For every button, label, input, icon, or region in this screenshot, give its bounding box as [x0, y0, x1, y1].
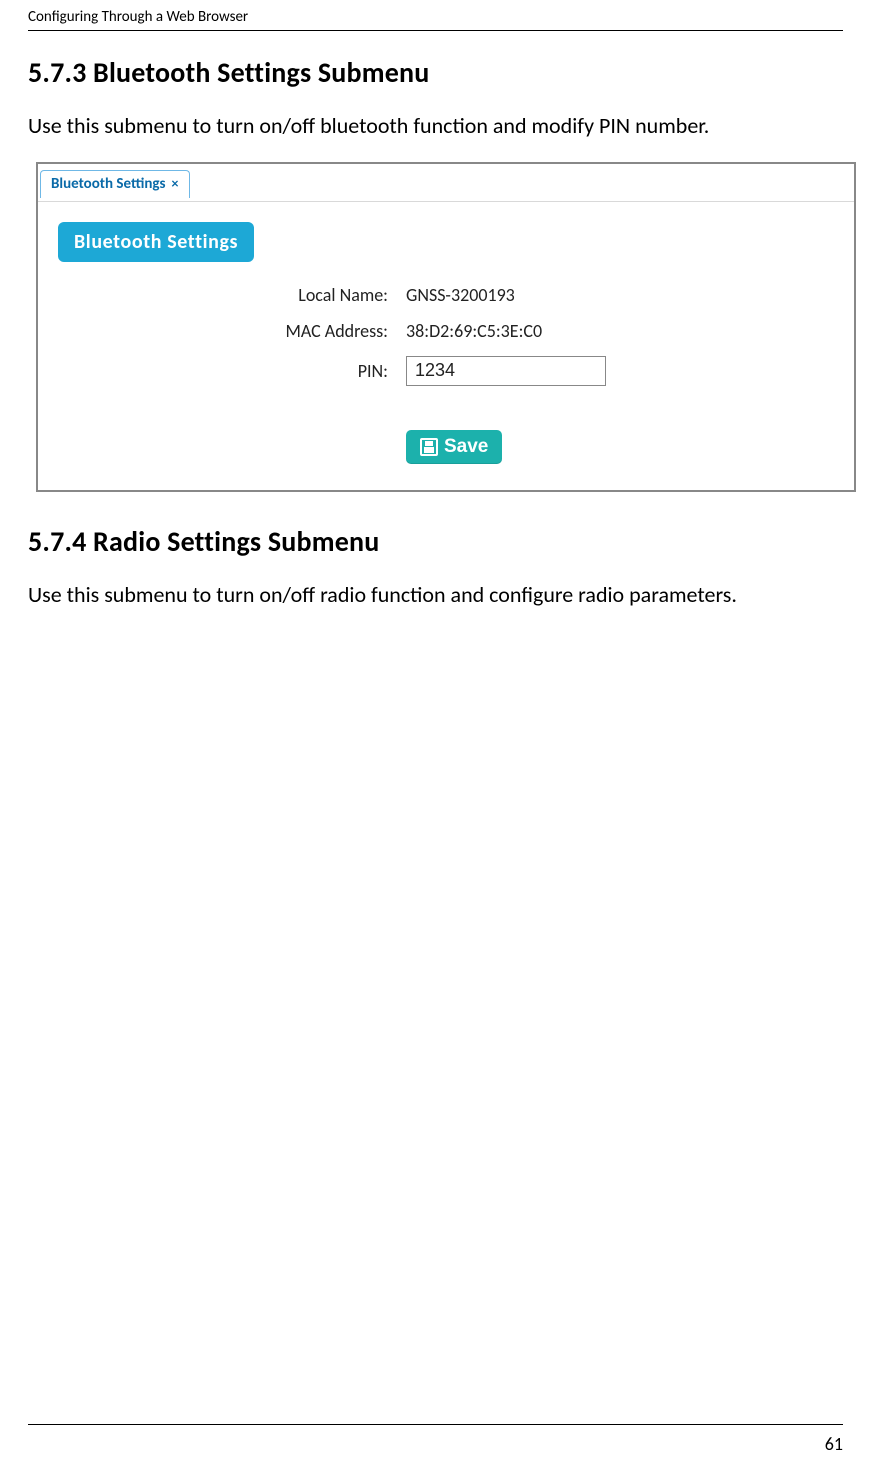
- page-footer: 61: [825, 1433, 843, 1455]
- save-button[interactable]: Save: [406, 430, 502, 464]
- panel-title-badge: Bluetooth Settings: [58, 222, 254, 262]
- bluetooth-settings-panel: Bluetooth Settings Local Name: GNSS-3200…: [38, 202, 854, 490]
- section-573-title: 5.7.3 Bluetooth Settings Submenu: [28, 55, 843, 90]
- bluetooth-settings-screenshot: Bluetooth Settings × Bluetooth Settings …: [36, 162, 856, 492]
- section-574-title: 5.7.4 Radio Settings Submenu: [28, 524, 843, 559]
- tab-bluetooth-settings[interactable]: Bluetooth Settings ×: [40, 170, 190, 198]
- tab-label: Bluetooth Settings: [51, 175, 166, 193]
- label-local-name: Local Name:: [56, 284, 406, 306]
- close-icon[interactable]: ×: [172, 177, 179, 191]
- row-mac-address: MAC Address: 38:D2:69:C5:3E:C0: [56, 320, 836, 342]
- tab-strip: Bluetooth Settings ×: [38, 164, 854, 202]
- page-number: 61: [825, 1433, 843, 1455]
- section-573-intro: Use this submenu to turn on/off bluetoot…: [28, 112, 843, 140]
- header-divider: [28, 30, 843, 31]
- footer-divider: [28, 1424, 843, 1425]
- label-pin: PIN:: [56, 360, 406, 382]
- value-local-name: GNSS-3200193: [406, 284, 515, 306]
- save-icon: [420, 438, 438, 456]
- running-header: Configuring Through a Web Browser: [28, 0, 843, 30]
- row-pin: PIN:: [56, 356, 836, 386]
- value-mac-address: 38:D2:69:C5:3E:C0: [406, 320, 542, 342]
- row-local-name: Local Name: GNSS-3200193: [56, 284, 836, 306]
- label-mac-address: MAC Address:: [56, 320, 406, 342]
- section-574-intro: Use this submenu to turn on/off radio fu…: [28, 581, 843, 609]
- save-button-label: Save: [444, 436, 488, 458]
- pin-input[interactable]: [406, 356, 606, 386]
